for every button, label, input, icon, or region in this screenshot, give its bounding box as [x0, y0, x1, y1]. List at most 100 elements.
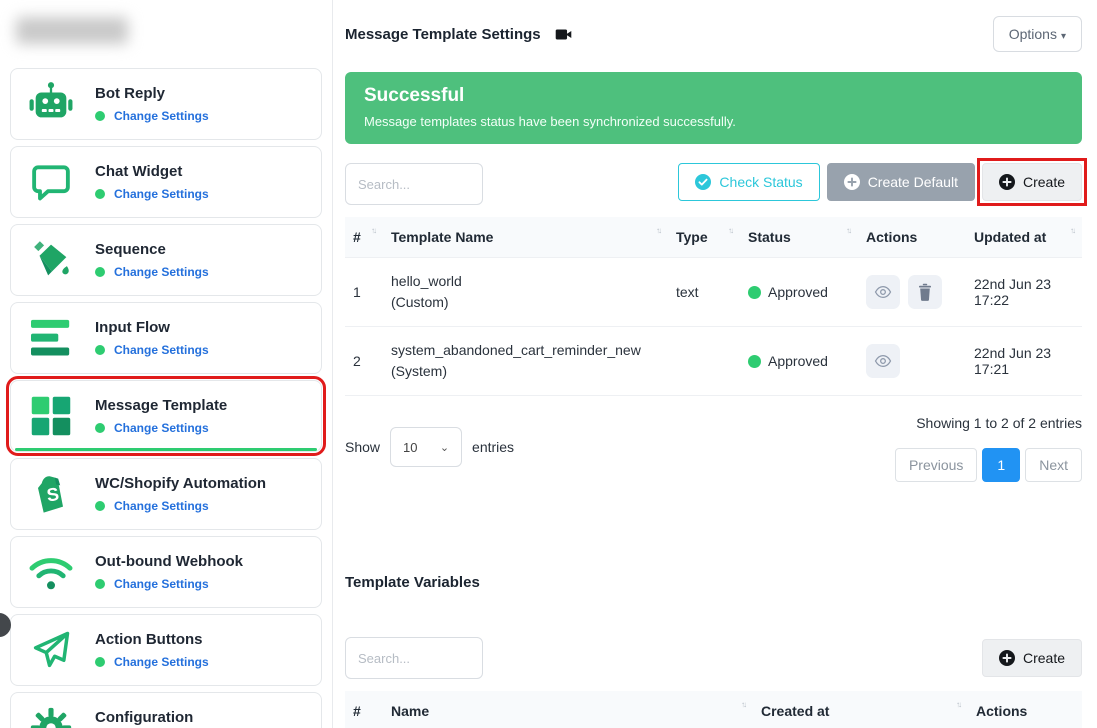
- options-button[interactable]: Options▾: [993, 16, 1082, 52]
- sort-icon[interactable]: ↑↓: [371, 226, 375, 235]
- status-dot: [95, 111, 105, 121]
- col-header-status[interactable]: Status↑↓: [740, 217, 858, 258]
- variables-search-input[interactable]: [345, 637, 483, 679]
- check-circle-icon: [695, 174, 711, 190]
- sidebar-item-label: Sequence: [95, 241, 209, 258]
- page-size-select[interactable]: 10 ⌄: [390, 427, 462, 467]
- row-num: 2: [345, 327, 383, 396]
- gear-icon: [27, 706, 75, 728]
- chevron-down-icon: ⌄: [440, 441, 449, 454]
- entries-label: entries: [472, 439, 514, 455]
- create-variable-button[interactable]: Create: [982, 639, 1082, 677]
- change-settings-link[interactable]: Change Settings: [114, 265, 209, 279]
- success-alert: Successful Message templates status have…: [345, 72, 1082, 144]
- video-camera-icon[interactable]: [555, 28, 572, 41]
- sidebar-item-action-buttons[interactable]: Action Buttons Change Settings: [10, 614, 322, 686]
- status-dot: [95, 189, 105, 199]
- templates-table: #↑↓ Template Name↑↓ Type↑↓ Status↑↓ Acti…: [345, 217, 1082, 396]
- col-header-num: #: [345, 691, 383, 728]
- paint-bucket-icon: [27, 237, 75, 283]
- sort-icon[interactable]: ↑↓: [846, 226, 850, 235]
- sidebar-item-chat-widget[interactable]: Chat Widget Change Settings: [10, 146, 322, 218]
- col-header-actions: Actions: [858, 217, 966, 258]
- check-status-button[interactable]: Check Status: [678, 163, 819, 201]
- previous-page-button[interactable]: Previous: [895, 448, 977, 482]
- delete-button[interactable]: [908, 275, 942, 309]
- alert-message: Message templates status have been synch…: [364, 114, 1063, 129]
- trash-icon: [917, 283, 933, 301]
- col-header-type[interactable]: Type↑↓: [668, 217, 740, 258]
- view-button[interactable]: [866, 275, 900, 309]
- sort-icon[interactable]: ↑↓: [1070, 226, 1074, 235]
- template-name-cell: system_abandoned_cart_reminder_new(Syste…: [383, 327, 668, 396]
- sidebar-item-label: Input Flow: [95, 319, 209, 336]
- template-type-cell: text: [668, 258, 740, 327]
- plus-circle-icon: [999, 174, 1015, 190]
- alert-title: Successful: [364, 85, 1063, 107]
- sidebar-item-label: Action Buttons: [95, 631, 209, 648]
- template-type-cell: [668, 327, 740, 396]
- settings-sidebar: Bot Reply Change Settings Chat Widget Ch…: [0, 0, 333, 728]
- sidebar-item-label: Bot Reply: [95, 85, 209, 102]
- plugin-logo: [16, 17, 128, 44]
- status-dot: [748, 286, 761, 299]
- status-dot: [95, 423, 105, 433]
- col-header-created-at[interactable]: Created at↑↓: [753, 691, 968, 728]
- sidebar-item-message-template[interactable]: Message Template Change Settings: [10, 380, 322, 452]
- sort-icon[interactable]: ↑↓: [956, 700, 960, 709]
- change-settings-link[interactable]: Change Settings: [114, 109, 209, 123]
- sidebar-item-label: Chat Widget: [95, 163, 209, 180]
- sidebar-item-label: Message Template: [95, 397, 227, 414]
- shopify-bag-icon: S: [27, 471, 75, 517]
- status-badge: Approved: [748, 353, 850, 369]
- status-badge: Approved: [748, 284, 850, 300]
- sidebar-item-input-flow[interactable]: Input Flow Change Settings: [10, 302, 322, 374]
- sidebar-item-wc-shopify[interactable]: S WC/Shopify Automation Change Settings: [10, 458, 322, 530]
- page-title: Message Template Settings: [345, 26, 541, 43]
- sidebar-item-bot-reply[interactable]: Bot Reply Change Settings: [10, 68, 322, 140]
- create-default-button[interactable]: Create Default: [827, 163, 975, 201]
- template-variables-title: Template Variables: [345, 574, 1082, 591]
- status-dot: [95, 267, 105, 277]
- page-1-button[interactable]: 1: [982, 448, 1020, 482]
- paper-plane-icon: [27, 628, 75, 672]
- change-settings-link[interactable]: Change Settings: [114, 577, 209, 591]
- robot-icon: [27, 81, 75, 127]
- next-page-button[interactable]: Next: [1025, 448, 1082, 482]
- sidebar-item-configuration[interactable]: Configuration Change Settings: [10, 692, 322, 728]
- change-settings-link[interactable]: Change Settings: [114, 421, 209, 435]
- template-search-input[interactable]: [345, 163, 483, 205]
- table-header-row: #↑↓ Template Name↑↓ Type↑↓ Status↑↓ Acti…: [345, 217, 1082, 258]
- status-dot: [95, 579, 105, 589]
- col-header-name[interactable]: Name↑↓: [383, 691, 753, 728]
- show-label: Show: [345, 439, 380, 455]
- sidebar-item-sequence[interactable]: Sequence Change Settings: [10, 224, 322, 296]
- change-settings-link[interactable]: Change Settings: [114, 499, 209, 513]
- col-header-template-name[interactable]: Template Name↑↓: [383, 217, 668, 258]
- status-dot: [748, 355, 761, 368]
- col-header-updated-at[interactable]: Updated at↑↓: [966, 217, 1082, 258]
- status-dot: [95, 501, 105, 511]
- create-button[interactable]: Create: [982, 163, 1082, 201]
- updated-at-cell: 22nd Jun 23 17:22: [966, 258, 1082, 327]
- sidebar-item-label: WC/Shopify Automation: [95, 475, 266, 492]
- sort-icon[interactable]: ↑↓: [741, 700, 745, 709]
- plus-circle-icon: [844, 174, 860, 190]
- change-settings-link[interactable]: Change Settings: [114, 655, 209, 669]
- col-header-num[interactable]: #↑↓: [345, 217, 383, 258]
- template-name-cell: hello_world(Custom): [383, 258, 668, 327]
- status-dot: [95, 657, 105, 667]
- sort-icon[interactable]: ↑↓: [728, 226, 732, 235]
- change-settings-link[interactable]: Change Settings: [114, 343, 209, 357]
- change-settings-link[interactable]: Change Settings: [114, 187, 209, 201]
- app-window: Bot Reply Change Settings Chat Widget Ch…: [0, 0, 1097, 728]
- view-button[interactable]: [866, 344, 900, 378]
- showing-entries-text: Showing 1 to 2 of 2 entries: [895, 415, 1082, 431]
- bars-icon: [27, 318, 75, 358]
- sidebar-item-label: Configuration: [95, 709, 209, 726]
- pagination: Previous 1 Next: [895, 448, 1082, 482]
- sort-icon[interactable]: ↑↓: [656, 226, 660, 235]
- eye-icon: [874, 352, 892, 370]
- table-row: 1 hello_world(Custom) text Approved 22nd: [345, 258, 1082, 327]
- sidebar-item-outbound-webhook[interactable]: Out-bound Webhook Change Settings: [10, 536, 322, 608]
